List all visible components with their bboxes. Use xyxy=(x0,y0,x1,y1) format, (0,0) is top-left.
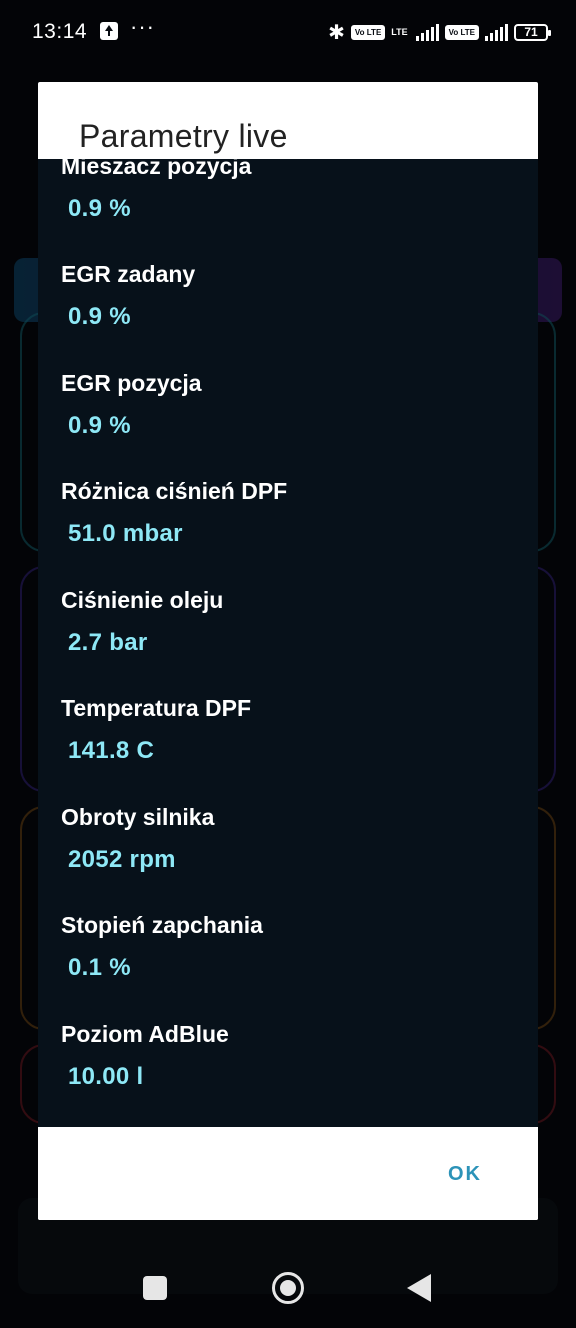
recent-apps-icon[interactable] xyxy=(143,1276,167,1300)
signal-icon xyxy=(485,23,508,41)
parameter-label: Różnica ciśnień DPF xyxy=(61,478,288,504)
parameter-value: 2052 rpm xyxy=(68,846,176,873)
list-item: Ciśnienie oleju 2.7 bar xyxy=(61,587,521,695)
parameter-value: 0.1 % xyxy=(68,954,131,981)
status-bar: 13:14 ··· ✱ Vo LTE LTE Vo LTE 71 xyxy=(0,0,576,64)
more-notifications-icon: ··· xyxy=(130,14,155,39)
home-icon[interactable] xyxy=(272,1272,304,1304)
volte-icon: Vo LTE xyxy=(350,24,386,40)
parameter-value: 10.00 l xyxy=(68,1063,144,1090)
bluetooth-icon: ✱ xyxy=(328,21,345,44)
parameter-value: 2.7 bar xyxy=(68,629,148,656)
signal-icon xyxy=(415,23,439,41)
parameter-value: 0.9 % xyxy=(68,412,131,439)
dialog-title: Parametry live xyxy=(79,118,288,154)
status-icons: ✱ Vo LTE LTE Vo LTE 71 xyxy=(328,18,551,46)
parameter-label: Poziom AdBlue xyxy=(61,1021,229,1047)
volte-icon: Vo LTE xyxy=(444,24,479,40)
parameter-value: 51.0 mbar xyxy=(68,520,183,547)
list-item: Stopień zapchania 0.1 % xyxy=(61,912,521,1020)
parameter-value: 0.9 % xyxy=(68,303,131,330)
status-time: 13:14 xyxy=(32,20,88,43)
list-item: EGR pozycja 0.9 % xyxy=(61,370,521,478)
list-item: Mieszacz pozycja 0.9 % xyxy=(61,159,521,261)
parameter-list[interactable]: Mieszacz pozycja 0.9 % EGR zadany 0.9 % … xyxy=(38,159,538,1127)
navigation-bar xyxy=(0,1244,576,1328)
dialog-footer: OK xyxy=(38,1127,538,1220)
parameter-label: Temperatura DPF xyxy=(61,695,252,721)
parameter-label: Stopień zapchania xyxy=(61,912,263,938)
list-item: EGR zadany 0.9 % xyxy=(61,261,521,369)
list-item: Temperatura DPF 141.8 C xyxy=(61,695,521,803)
list-item: Poziom AdBlue 10.00 l xyxy=(61,1021,521,1127)
screen: 13:14 ··· ✱ Vo LTE LTE Vo LTE 71 Paramet… xyxy=(0,0,576,1328)
live-parameters-dialog: Parametry live Mieszacz pozycja 0.9 % EG… xyxy=(38,82,538,1220)
parameter-label: Obroty silnika xyxy=(61,804,215,830)
parameter-label: EGR pozycja xyxy=(61,370,202,396)
parameter-value: 0.9 % xyxy=(68,195,131,222)
battery-icon: 71 xyxy=(514,23,551,41)
lte-label: LTE xyxy=(391,26,408,37)
parameter-label: Ciśnienie oleju xyxy=(61,587,224,613)
parameter-value: 141.8 C xyxy=(68,737,155,764)
ok-button[interactable]: OK xyxy=(448,1163,482,1186)
list-item: Różnica ciśnień DPF 51.0 mbar xyxy=(61,478,521,586)
upload-icon xyxy=(100,22,118,40)
back-icon[interactable] xyxy=(407,1274,431,1302)
parameter-label: Mieszacz pozycja xyxy=(61,159,252,179)
list-item: Obroty silnika 2052 rpm xyxy=(61,804,521,912)
parameter-label: EGR zadany xyxy=(61,261,196,287)
